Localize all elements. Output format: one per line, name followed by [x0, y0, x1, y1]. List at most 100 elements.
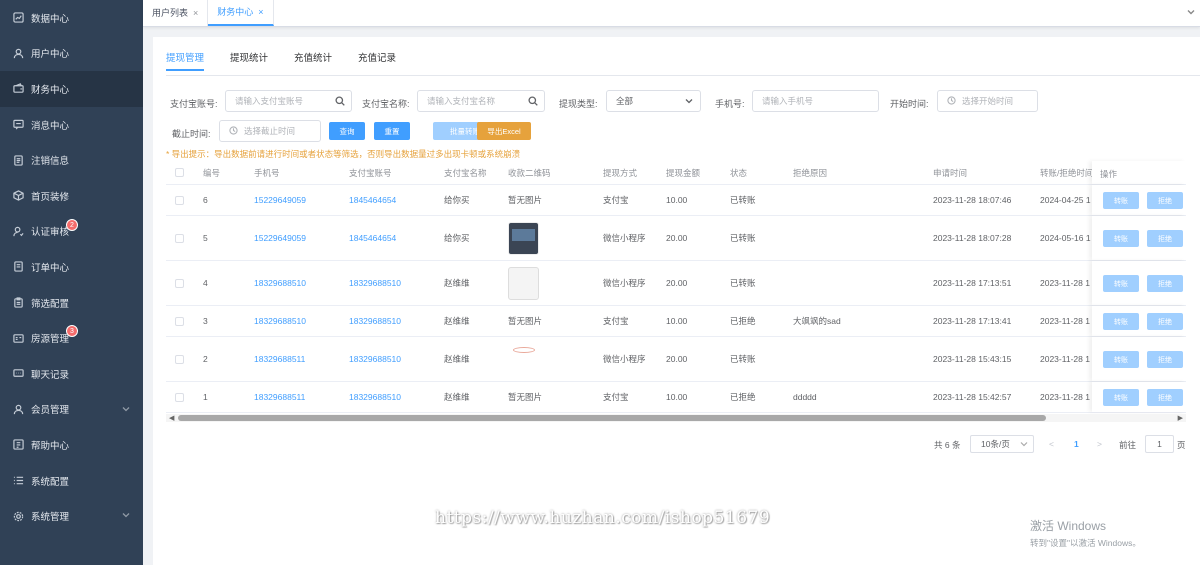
reject-button[interactable]: 拒绝	[1147, 192, 1183, 209]
box-icon	[12, 190, 24, 202]
alipay-account-input[interactable]: 请输入支付宝账号	[225, 90, 352, 112]
transfer-button[interactable]: 转账	[1103, 389, 1139, 406]
table-row: 1 18329688511 18329688510 赵维维 暂无图片 支付宝 1…	[166, 382, 1186, 413]
tab-recharge-records[interactable]: 充值记录	[358, 50, 396, 71]
cell-qr-text: 暂无图片	[508, 392, 543, 402]
sidebar-item-order-center[interactable]: 订单中心	[0, 249, 143, 285]
cell-alipay-account[interactable]: 18329688510	[349, 316, 401, 326]
scroll-left-icon[interactable]: ◀	[169, 414, 174, 422]
row-checkbox[interactable]	[175, 278, 184, 288]
cell-status: 已拒绝	[730, 316, 756, 326]
row-checkbox[interactable]	[175, 392, 184, 402]
cell-phone[interactable]: 18329688511	[254, 392, 305, 402]
goto-page-input[interactable]: 1	[1145, 435, 1174, 453]
prev-page-button[interactable]: <	[1049, 439, 1054, 449]
cell-alipay-account[interactable]: 1845464654	[349, 195, 396, 205]
row-checkbox[interactable]	[175, 316, 184, 326]
sidebar-item-data-center[interactable]: 数据中心	[0, 0, 143, 36]
sidebar-item-label: 认证审核	[31, 227, 70, 239]
search-icon[interactable]	[335, 96, 345, 106]
close-icon[interactable]: ×	[258, 7, 263, 17]
col-alipay-account: 支付宝账号	[349, 167, 392, 178]
scroll-right-icon[interactable]: ▶	[1178, 414, 1183, 422]
sidebar-item-label: 筛选配置	[31, 298, 70, 310]
close-icon[interactable]: ×	[193, 8, 198, 18]
reset-button[interactable]: 重置	[374, 122, 410, 140]
col-status: 状态	[730, 167, 748, 178]
chevron-down-icon[interactable]	[1186, 7, 1196, 17]
tab-withdraw-stats[interactable]: 提现统计	[230, 50, 268, 71]
reject-button[interactable]: 拒绝	[1147, 389, 1183, 406]
cell-apply-time: 2023-11-28 17:13:41	[933, 316, 1012, 326]
message-icon	[12, 119, 24, 131]
sidebar-item-verify-review[interactable]: 认证审核 2	[0, 214, 143, 250]
reject-button[interactable]: 拒绝	[1147, 275, 1183, 292]
reject-button[interactable]: 拒绝	[1147, 351, 1183, 368]
tab-recharge-stats[interactable]: 充值统计	[294, 50, 332, 71]
tab-user-list[interactable]: 用户列表 ×	[143, 0, 209, 26]
transfer-button[interactable]: 转账	[1103, 275, 1139, 292]
order-icon	[12, 261, 24, 273]
query-button[interactable]: 查询	[329, 122, 365, 140]
qr-code-image[interactable]	[506, 343, 542, 361]
sidebar-item-system-config[interactable]: 系统配置	[0, 463, 143, 499]
start-time-picker[interactable]: 选择开始时间	[937, 90, 1038, 112]
cell-phone[interactable]: 18329688510	[254, 316, 306, 326]
alipay-name-input[interactable]: 请输入支付宝名称	[417, 90, 545, 112]
qr-code-image[interactable]	[508, 267, 539, 300]
cell-alipay-account[interactable]: 18329688510	[349, 354, 401, 364]
row-checkbox[interactable]	[175, 354, 184, 364]
sidebar-item-member-mgmt[interactable]: 会员管理	[0, 392, 143, 428]
transfer-button[interactable]: 转账	[1103, 313, 1139, 330]
page-size-select[interactable]: 10条/页	[970, 435, 1034, 453]
sidebar-item-home-decor[interactable]: 首页装修	[0, 178, 143, 214]
transfer-button[interactable]: 转账	[1103, 230, 1139, 247]
transfer-button[interactable]: 转账	[1103, 192, 1139, 209]
cell-transfer-time: 2024-04-25 1	[1040, 195, 1091, 205]
phone-input[interactable]: 请输入手机号	[752, 90, 879, 112]
select-all-checkbox[interactable]	[175, 168, 184, 177]
cell-alipay-account[interactable]: 18329688510	[349, 392, 401, 402]
sidebar-item-filter-config[interactable]: 筛选配置	[0, 285, 143, 321]
end-time-picker[interactable]: 选择截止时间	[219, 120, 321, 142]
search-icon[interactable]	[528, 96, 538, 106]
cell-alipay-account[interactable]: 1845464654	[349, 233, 396, 243]
cell-id: 1	[203, 392, 208, 402]
sidebar-item-housing-mgmt[interactable]: 房源管理 3	[0, 320, 143, 356]
cell-phone[interactable]: 18329688510	[254, 278, 306, 288]
reject-button[interactable]: 拒绝	[1147, 313, 1183, 330]
export-excel-button[interactable]: 导出Excel	[477, 122, 531, 140]
withdraw-type-select[interactable]: 全部	[606, 90, 701, 112]
tab-withdraw-mgmt[interactable]: 提现管理	[166, 50, 205, 71]
cell-amount: 20.00	[666, 278, 688, 288]
reject-button[interactable]: 拒绝	[1147, 230, 1183, 247]
cell-phone[interactable]: 15229649059	[254, 195, 306, 205]
row-checkbox[interactable]	[175, 195, 184, 205]
row-checkbox[interactable]	[175, 233, 184, 243]
sidebar-item-help-center[interactable]: 帮助中心	[0, 427, 143, 463]
list-icon	[12, 475, 24, 487]
cell-phone[interactable]: 18329688511	[254, 354, 305, 364]
page-number-current[interactable]: 1	[1074, 439, 1079, 449]
col-qr: 收款二维码	[508, 167, 551, 178]
tab-finance-center[interactable]: 财务中心 ×	[208, 0, 274, 26]
house-icon	[12, 332, 24, 344]
qr-code-image[interactable]	[508, 222, 539, 255]
next-page-button[interactable]: >	[1097, 439, 1102, 449]
sidebar-item-cancel-info[interactable]: 注销信息	[0, 142, 143, 178]
cell-transfer-time: 2023-11-28 1	[1040, 392, 1090, 402]
sidebar-item-chat-records[interactable]: 聊天记录	[0, 356, 143, 392]
sidebar-item-finance-center[interactable]: 财务中心	[0, 71, 143, 107]
sidebar-item-label: 注销信息	[31, 156, 70, 168]
sidebar-item-user-center[interactable]: 用户中心	[0, 36, 143, 72]
scrollbar-thumb[interactable]	[178, 415, 1046, 421]
transfer-button[interactable]: 转账	[1103, 351, 1139, 368]
table-row: 3 18329688510 18329688510 赵维维 暂无图片 支付宝 1…	[166, 306, 1186, 337]
sidebar-item-message-center[interactable]: 消息中心	[0, 107, 143, 143]
sidebar-item-system-mgmt[interactable]: 系统管理	[0, 498, 143, 534]
cell-reason: 大飒飒的sad	[793, 316, 841, 326]
horizontal-scrollbar[interactable]: ◀ ▶	[166, 414, 1186, 422]
cell-phone[interactable]: 15229649059	[254, 233, 306, 243]
cell-alipay-account[interactable]: 18329688510	[349, 278, 401, 288]
goto-label: 前往	[1119, 440, 1137, 450]
